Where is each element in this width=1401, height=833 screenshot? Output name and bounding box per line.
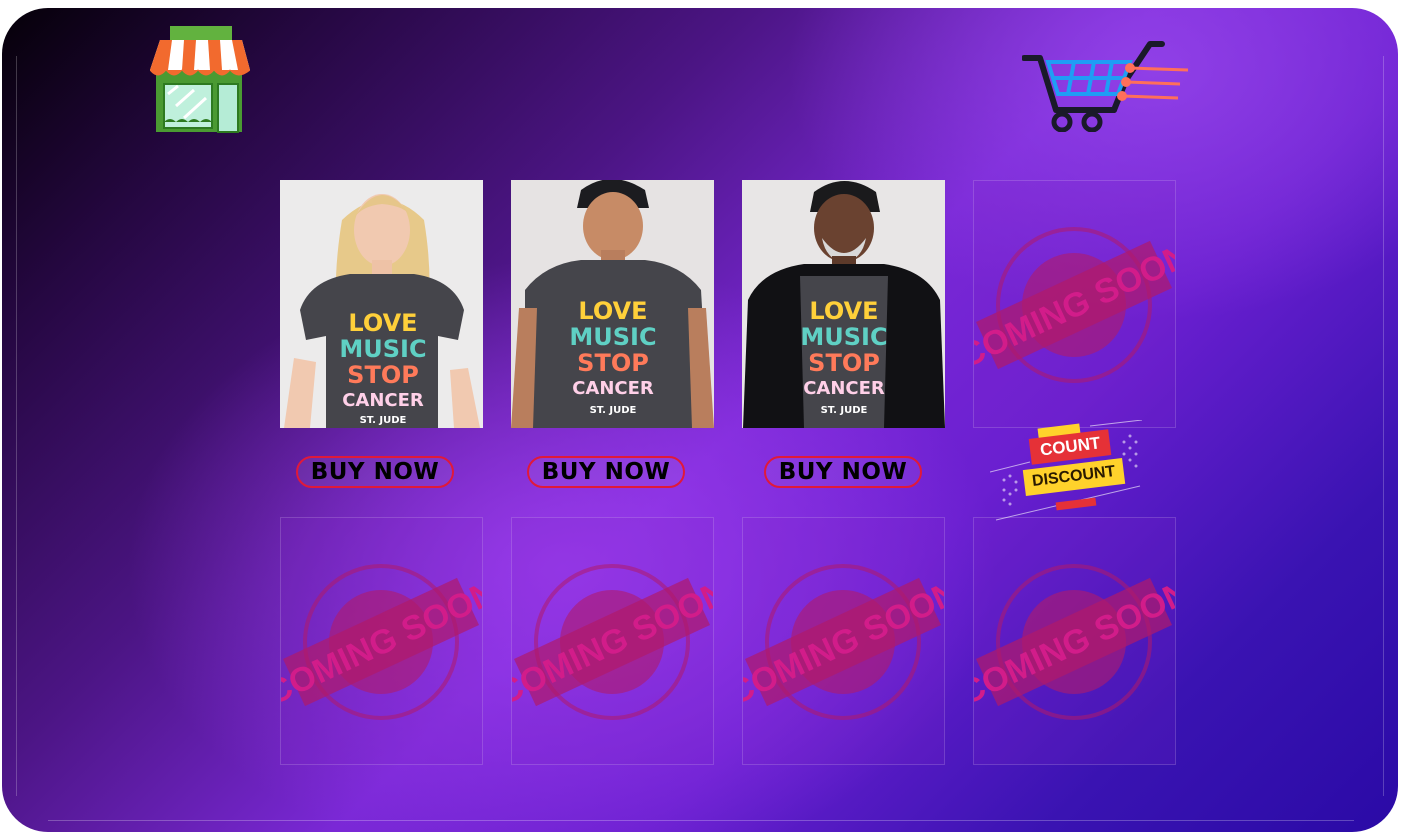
shirt-brand: ST. JUDE xyxy=(589,405,637,416)
shirt-line-2: MUSIC xyxy=(569,323,657,351)
fast-shopping-cart-icon[interactable] xyxy=(1022,40,1192,132)
coming-soon-stamp-icon: COMING SOON xyxy=(974,564,1175,720)
frame-line-bottom xyxy=(48,820,1354,821)
product-image-2[interactable]: LOVE MUSIC STOP CANCER ST. JUDE xyxy=(511,180,714,428)
shirt-line-3: STOP xyxy=(577,349,649,377)
buy-now-button-3[interactable]: BUY NOW xyxy=(764,456,922,488)
shirt-brand: ST. JUDE xyxy=(820,405,868,416)
coming-soon-card-2: COMING SOON xyxy=(280,517,483,765)
shirt-line-4: CANCER xyxy=(803,378,885,399)
buy-now-label: BUY NOW xyxy=(541,458,671,485)
coming-soon-card-5: COMING SOON xyxy=(973,517,1176,765)
shirt-line-4: CANCER xyxy=(342,390,424,411)
storefront-icon[interactable] xyxy=(150,26,250,136)
discount-badge[interactable]: COUNT DISCOUNT xyxy=(990,420,1160,526)
coming-soon-card-1: COMING SOON xyxy=(973,180,1176,428)
shirt-line-1: LOVE xyxy=(578,297,648,325)
shirt-line-2: MUSIC xyxy=(800,323,888,351)
frame-line-left xyxy=(16,56,17,796)
coming-soon-stamp-icon: COMING SOON xyxy=(743,564,944,720)
coming-soon-card-3: COMING SOON xyxy=(511,517,714,765)
shirt-line-1: LOVE xyxy=(348,309,418,337)
shirt-line-1: LOVE xyxy=(809,297,879,325)
shirt-line-3: STOP xyxy=(347,361,419,389)
coming-soon-stamp-icon: COMING SOON xyxy=(281,564,482,720)
buy-now-button-1[interactable]: BUY NOW xyxy=(296,456,454,488)
shirt-brand: ST. JUDE xyxy=(359,415,407,426)
buy-now-label: BUY NOW xyxy=(778,458,908,485)
shirt-line-4: CANCER xyxy=(572,378,654,399)
shirt-line-2: MUSIC xyxy=(339,335,427,363)
coming-soon-stamp-icon: COMING SOON xyxy=(512,564,713,720)
shirt-line-3: STOP xyxy=(808,349,880,377)
product-image-3[interactable]: LOVE MUSIC STOP CANCER ST. JUDE xyxy=(742,180,945,428)
coming-soon-stamp-icon: COMING SOON xyxy=(974,227,1175,383)
coming-soon-card-4: COMING SOON xyxy=(742,517,945,765)
buy-now-label: BUY NOW xyxy=(310,458,440,485)
frame-line-right xyxy=(1383,56,1384,796)
buy-now-button-2[interactable]: BUY NOW xyxy=(527,456,685,488)
product-image-1[interactable]: LOVE MUSIC STOP CANCER ST. JUDE xyxy=(280,180,483,428)
